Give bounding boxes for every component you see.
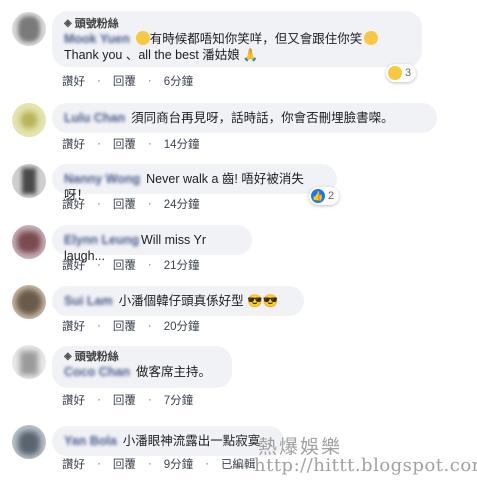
like-button[interactable]: 讚好 [62, 73, 85, 89]
commenter-name[interactable]: Nanny Wong [64, 171, 140, 187]
commenter-name[interactable]: Coco Chan [64, 364, 130, 380]
separator: · [97, 259, 101, 271]
reply-button[interactable]: 回覆 [113, 136, 136, 152]
avatar[interactable] [12, 12, 46, 46]
like-button[interactable]: 讚好 [62, 318, 85, 334]
avatar[interactable] [12, 285, 46, 319]
separator: · [147, 259, 152, 271]
thumbs-up-icon: 👍 [311, 189, 325, 203]
sunglasses-emoji-icon: 😎😎 [247, 294, 279, 308]
top-fan-badge: ◈ 頭號粉絲 [64, 18, 119, 30]
reply-button[interactable]: 回覆 [113, 73, 136, 89]
commenter-name[interactable]: Elynn Leung [64, 232, 139, 248]
timestamp[interactable]: 24分鐘 [164, 196, 200, 212]
comment-text: 小潘個韓仔頭真係好型 [118, 294, 244, 308]
watermark-url: http://hittt.blogspot.com [254, 455, 477, 476]
reply-button[interactable]: 回覆 [113, 257, 136, 273]
avatar[interactable] [12, 164, 46, 198]
commenter-name[interactable]: Mook Yuen [64, 31, 130, 47]
separator: · [147, 138, 152, 150]
comment-actions: 讚好 · 回覆 · 7分鐘 [62, 393, 193, 407]
comment-text-line2: Thank you 、all the best 潘姑娘 🙏 [64, 48, 259, 62]
separator: · [97, 458, 101, 470]
avatar[interactable] [12, 103, 46, 137]
comment-bubble: ◈ 頭號粉絲 Mook Yuen 有時候都唔知你笑咩，但又會跟住你笑 Thank … [52, 11, 422, 67]
comment-bubble: Lulu Chan 須同商台再見呀，話時話，你會否刪埋臉書㗎。 [52, 103, 437, 133]
timestamp[interactable]: 6分鐘 [164, 73, 193, 89]
like-button[interactable]: 讚好 [62, 196, 85, 212]
separator: · [97, 394, 101, 406]
edited-label[interactable]: 已編輯 [221, 456, 256, 472]
timestamp[interactable]: 20分鐘 [164, 318, 200, 334]
timestamp[interactable]: 14分鐘 [164, 136, 200, 152]
separator: · [147, 394, 152, 406]
like-button[interactable]: 讚好 [62, 392, 85, 408]
separator: · [97, 198, 101, 210]
comment-text: 做客席主持。 [135, 365, 211, 379]
timestamp[interactable]: 21分鐘 [164, 257, 200, 273]
reply-button[interactable]: 回覆 [113, 392, 136, 408]
avatar[interactable] [12, 225, 46, 259]
reaction-summary[interactable]: 👍 2 [309, 187, 340, 205]
comment-text: 須同商台再見呀，話時話，你會否刪埋臉書㗎。 [131, 111, 394, 125]
comment-actions: 讚好 · 回覆 · 9分鐘 · 已編輯 [62, 457, 255, 471]
pray-emoji-icon: 🙏 [242, 48, 259, 62]
like-button[interactable]: 讚好 [62, 456, 85, 472]
separator: · [147, 75, 152, 87]
separator: · [205, 458, 209, 470]
comment-actions: 讚好 · 回覆 · 20分鐘 [62, 319, 199, 333]
like-button[interactable]: 讚好 [62, 257, 85, 273]
surprised-emoji-icon [135, 31, 150, 45]
commenter-name[interactable]: Lulu Chan [64, 110, 125, 126]
comment-bubble: Sui Lam 小潘個韓仔頭真係好型 😎😎 [52, 286, 304, 316]
reply-button[interactable]: 回覆 [113, 456, 136, 472]
comment-bubble: Yan Bola 小潘眼神流露出一點寂寞 [52, 426, 284, 456]
comment-text: 小潘眼神流露出一點寂寞 [122, 434, 261, 448]
separator: · [97, 320, 101, 332]
top-fan-badge: ◈ 頭號粉絲 [64, 351, 119, 363]
comment-bubble: Nanny Wong Never walk a 齒! 唔好被消失呀！ [52, 164, 337, 202]
avatar[interactable] [12, 425, 46, 459]
haha-reaction-icon [388, 66, 402, 80]
diamond-icon: ◈ [64, 18, 72, 29]
separator: · [97, 138, 101, 150]
comment-actions: 讚好 · 回覆 · 6分鐘 [62, 74, 193, 88]
separator: · [147, 198, 152, 210]
like-button[interactable]: 讚好 [62, 136, 85, 152]
comment-text: 有時候都唔知你笑咩，但又會跟住你笑 [149, 32, 363, 46]
comment-actions: 讚好 · 回覆 · 24分鐘 [62, 197, 199, 211]
diamond-icon: ◈ [64, 351, 72, 362]
comment-bubble: ◈ 頭號粉絲 Coco Chan 做客席主持。 [52, 346, 232, 388]
laughing-emoji-icon [364, 31, 379, 45]
comment-actions: 讚好 · 回覆 · 21分鐘 [62, 258, 199, 272]
commenter-name[interactable]: Yan Bola [64, 433, 117, 449]
separator: · [147, 458, 152, 470]
comment-bubble: Elynn Leung Will miss Yr laugh... [52, 225, 252, 263]
separator: · [147, 320, 152, 332]
avatar[interactable] [12, 345, 46, 379]
separator: · [97, 75, 101, 87]
reply-button[interactable]: 回覆 [113, 318, 136, 334]
timestamp[interactable]: 7分鐘 [164, 392, 193, 408]
reply-button[interactable]: 回覆 [113, 196, 136, 212]
commenter-name[interactable]: Sui Lam [64, 293, 113, 309]
comment-actions: 讚好 · 回覆 · 14分鐘 [62, 137, 199, 151]
timestamp[interactable]: 9分鐘 [164, 456, 193, 472]
reaction-summary[interactable]: 3 [386, 64, 417, 82]
